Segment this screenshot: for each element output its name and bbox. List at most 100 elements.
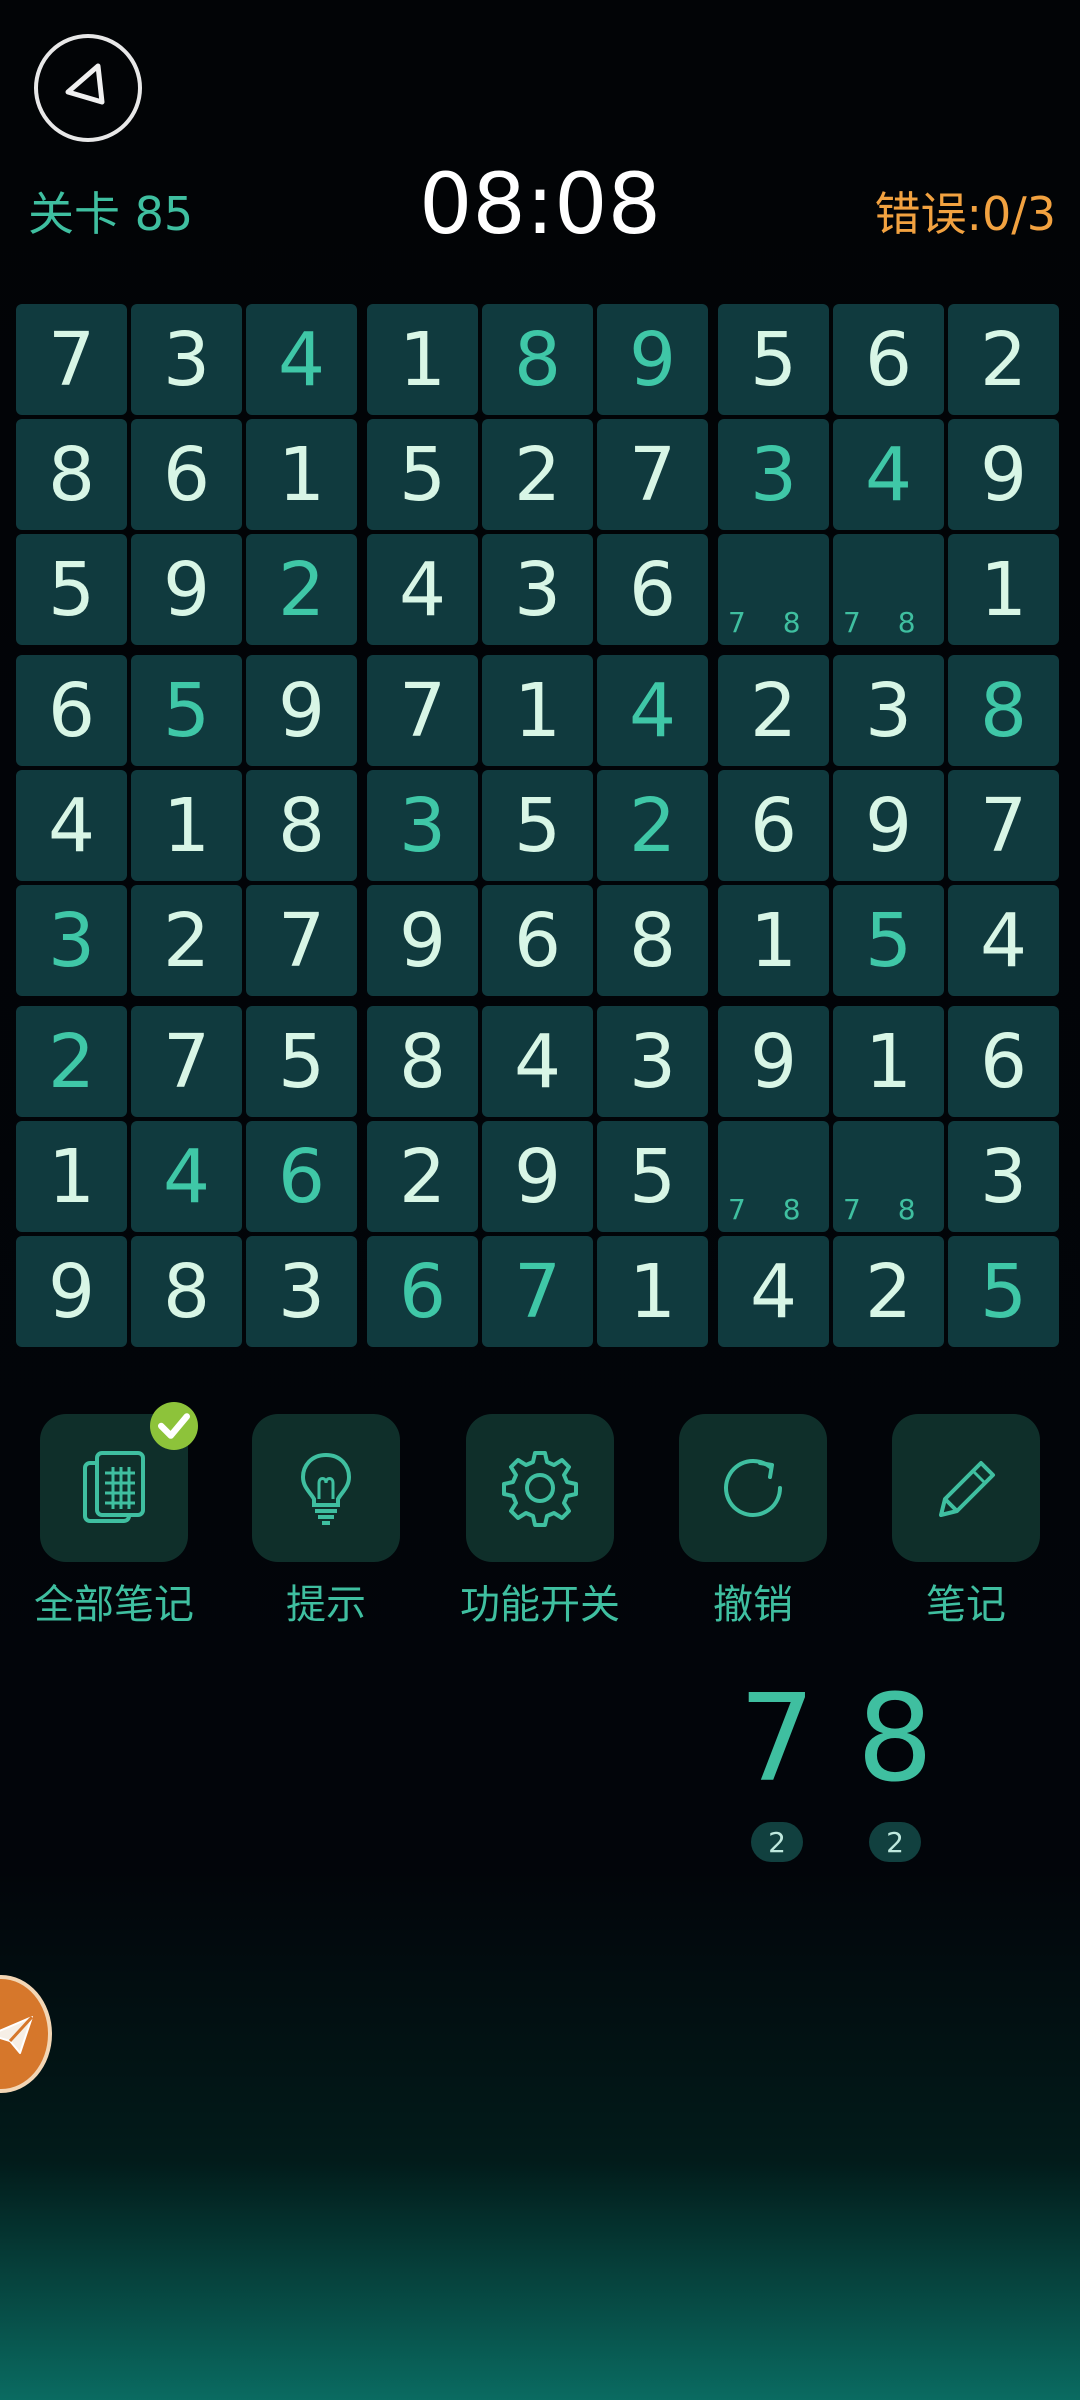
sudoku-cell-r6c9[interactable]: 4 (948, 885, 1059, 996)
sudoku-cell-r2c5[interactable]: 2 (482, 419, 593, 530)
cell-value: 4 (162, 1133, 211, 1220)
sudoku-cell-r9c6[interactable]: 1 (597, 1236, 708, 1347)
sudoku-cell-r6c6[interactable]: 8 (597, 885, 708, 996)
sudoku-cell-r4c6[interactable]: 4 (597, 655, 708, 766)
sudoku-cell-r4c8[interactable]: 3 (833, 655, 944, 766)
sudoku-cell-r6c2[interactable]: 2 (131, 885, 242, 996)
sudoku-cell-r5c6[interactable]: 2 (597, 770, 708, 881)
sudoku-cell-r9c7[interactable]: 4 (718, 1236, 829, 1347)
sudoku-cell-r7c1[interactable]: 2 (16, 1006, 127, 1117)
back-button[interactable] (34, 34, 142, 142)
sudoku-cell-r2c2[interactable]: 6 (131, 419, 242, 530)
sudoku-cell-r9c3[interactable]: 3 (246, 1236, 357, 1347)
sudoku-cell-r4c4[interactable]: 7 (367, 655, 478, 766)
sudoku-cell-r3c4[interactable]: 4 (367, 534, 478, 645)
sudoku-cell-r1c2[interactable]: 3 (131, 304, 242, 415)
sudoku-cell-r4c3[interactable]: 9 (246, 655, 357, 766)
floating-assistant-button[interactable] (0, 1975, 52, 2093)
sudoku-cell-r9c1[interactable]: 9 (16, 1236, 127, 1347)
sudoku-cell-r2c6[interactable]: 7 (597, 419, 708, 530)
sudoku-cell-r8c1[interactable]: 1 (16, 1121, 127, 1232)
hint-tile[interactable] (252, 1414, 400, 1562)
sudoku-cell-r4c7[interactable]: 2 (718, 655, 829, 766)
sudoku-cell-r6c4[interactable]: 9 (367, 885, 478, 996)
cell-value: 4 (277, 316, 326, 403)
sudoku-cell-r3c5[interactable]: 3 (482, 534, 593, 645)
sudoku-cell-r3c1[interactable]: 5 (16, 534, 127, 645)
sudoku-cell-r2c4[interactable]: 5 (367, 419, 478, 530)
all-notes-button[interactable]: 全部笔记 (34, 1402, 198, 1630)
sudoku-cell-r2c8[interactable]: 4 (833, 419, 944, 530)
sudoku-cell-r9c2[interactable]: 8 (131, 1236, 242, 1347)
sudoku-cell-r7c8[interactable]: 1 (833, 1006, 944, 1117)
all-notes-tile[interactable] (40, 1402, 198, 1562)
sudoku-cell-r5c5[interactable]: 5 (482, 770, 593, 881)
sudoku-cell-r3c3[interactable]: 2 (246, 534, 357, 645)
sudoku-cell-r1c4[interactable]: 1 (367, 304, 478, 415)
sudoku-cell-r2c7[interactable]: 3 (718, 419, 829, 530)
sudoku-cell-r7c9[interactable]: 6 (948, 1006, 1059, 1117)
sudoku-cell-r8c4[interactable]: 2 (367, 1121, 478, 1232)
sudoku-cell-r3c6[interactable]: 6 (597, 534, 708, 645)
sudoku-cell-r4c1[interactable]: 6 (16, 655, 127, 766)
sudoku-cell-r7c7[interactable]: 9 (718, 1006, 829, 1117)
sudoku-cell-r5c7[interactable]: 6 (718, 770, 829, 881)
sudoku-cell-r1c1[interactable]: 7 (16, 304, 127, 415)
sudoku-cell-r7c2[interactable]: 7 (131, 1006, 242, 1117)
sudoku-cell-r5c9[interactable]: 7 (948, 770, 1059, 881)
sudoku-cell-r1c3[interactable]: 4 (246, 304, 357, 415)
sudoku-cell-r3c2[interactable]: 9 (131, 534, 242, 645)
notes-button[interactable]: 笔记 (886, 1414, 1046, 1630)
sudoku-cell-r1c6[interactable]: 9 (597, 304, 708, 415)
sudoku-cell-r9c9[interactable]: 5 (948, 1236, 1059, 1347)
sudoku-cell-r5c3[interactable]: 8 (246, 770, 357, 881)
sudoku-cell-r1c9[interactable]: 2 (948, 304, 1059, 415)
sudoku-cell-r3c9[interactable]: 1 (948, 534, 1059, 645)
sudoku-cell-r8c7[interactable]: 7 8 (718, 1121, 829, 1232)
sudoku-cell-r5c1[interactable]: 4 (16, 770, 127, 881)
sudoku-cell-r5c2[interactable]: 1 (131, 770, 242, 881)
settings-tile[interactable] (466, 1414, 614, 1562)
sudoku-cell-r4c9[interactable]: 8 (948, 655, 1059, 766)
sudoku-cell-r2c9[interactable]: 9 (948, 419, 1059, 530)
sudoku-cell-r7c3[interactable]: 5 (246, 1006, 357, 1117)
sudoku-cell-r6c3[interactable]: 7 (246, 885, 357, 996)
sudoku-cell-r6c1[interactable]: 3 (16, 885, 127, 996)
sudoku-cell-r2c1[interactable]: 8 (16, 419, 127, 530)
sudoku-cell-r7c6[interactable]: 3 (597, 1006, 708, 1117)
sudoku-cell-r8c3[interactable]: 6 (246, 1121, 357, 1232)
sudoku-cell-r1c8[interactable]: 6 (833, 304, 944, 415)
sudoku-cell-r9c4[interactable]: 6 (367, 1236, 478, 1347)
sudoku-cell-r7c4[interactable]: 8 (367, 1006, 478, 1117)
sudoku-cell-r3c8[interactable]: 7 8 (833, 534, 944, 645)
sudoku-cell-r1c5[interactable]: 8 (482, 304, 593, 415)
sudoku-cell-r6c8[interactable]: 5 (833, 885, 944, 996)
sudoku-cell-r1c7[interactable]: 5 (718, 304, 829, 415)
sudoku-cell-r6c7[interactable]: 1 (718, 885, 829, 996)
sudoku-cell-r2c3[interactable]: 1 (246, 419, 357, 530)
sudoku-cell-r5c4[interactable]: 3 (367, 770, 478, 881)
back-arrow-icon (65, 63, 105, 105)
sudoku-cell-r8c6[interactable]: 5 (597, 1121, 708, 1232)
sudoku-cell-r3c7[interactable]: 7 8 (718, 534, 829, 645)
sudoku-cell-r8c9[interactable]: 3 (948, 1121, 1059, 1232)
sudoku-cell-r4c2[interactable]: 5 (131, 655, 242, 766)
notes-tile[interactable] (892, 1414, 1040, 1562)
cell-value: 2 (513, 431, 562, 518)
sudoku-cell-r9c5[interactable]: 7 (482, 1236, 593, 1347)
cell-value: 8 (979, 667, 1028, 754)
sudoku-cell-r8c8[interactable]: 7 8 (833, 1121, 944, 1232)
number-key-7[interactable]: 7 2 (722, 1680, 832, 1862)
undo-tile[interactable] (679, 1414, 827, 1562)
undo-button[interactable]: 撤销 (673, 1414, 833, 1630)
hint-button[interactable]: 提示 (246, 1414, 406, 1630)
sudoku-cell-r5c8[interactable]: 9 (833, 770, 944, 881)
sudoku-cell-r6c5[interactable]: 6 (482, 885, 593, 996)
sudoku-cell-r8c2[interactable]: 4 (131, 1121, 242, 1232)
sudoku-cell-r9c8[interactable]: 2 (833, 1236, 944, 1347)
sudoku-cell-r7c5[interactable]: 4 (482, 1006, 593, 1117)
sudoku-cell-r8c5[interactable]: 9 (482, 1121, 593, 1232)
number-key-8[interactable]: 8 2 (840, 1680, 950, 1862)
settings-button[interactable]: 功能开关 (460, 1414, 620, 1630)
sudoku-cell-r4c5[interactable]: 1 (482, 655, 593, 766)
